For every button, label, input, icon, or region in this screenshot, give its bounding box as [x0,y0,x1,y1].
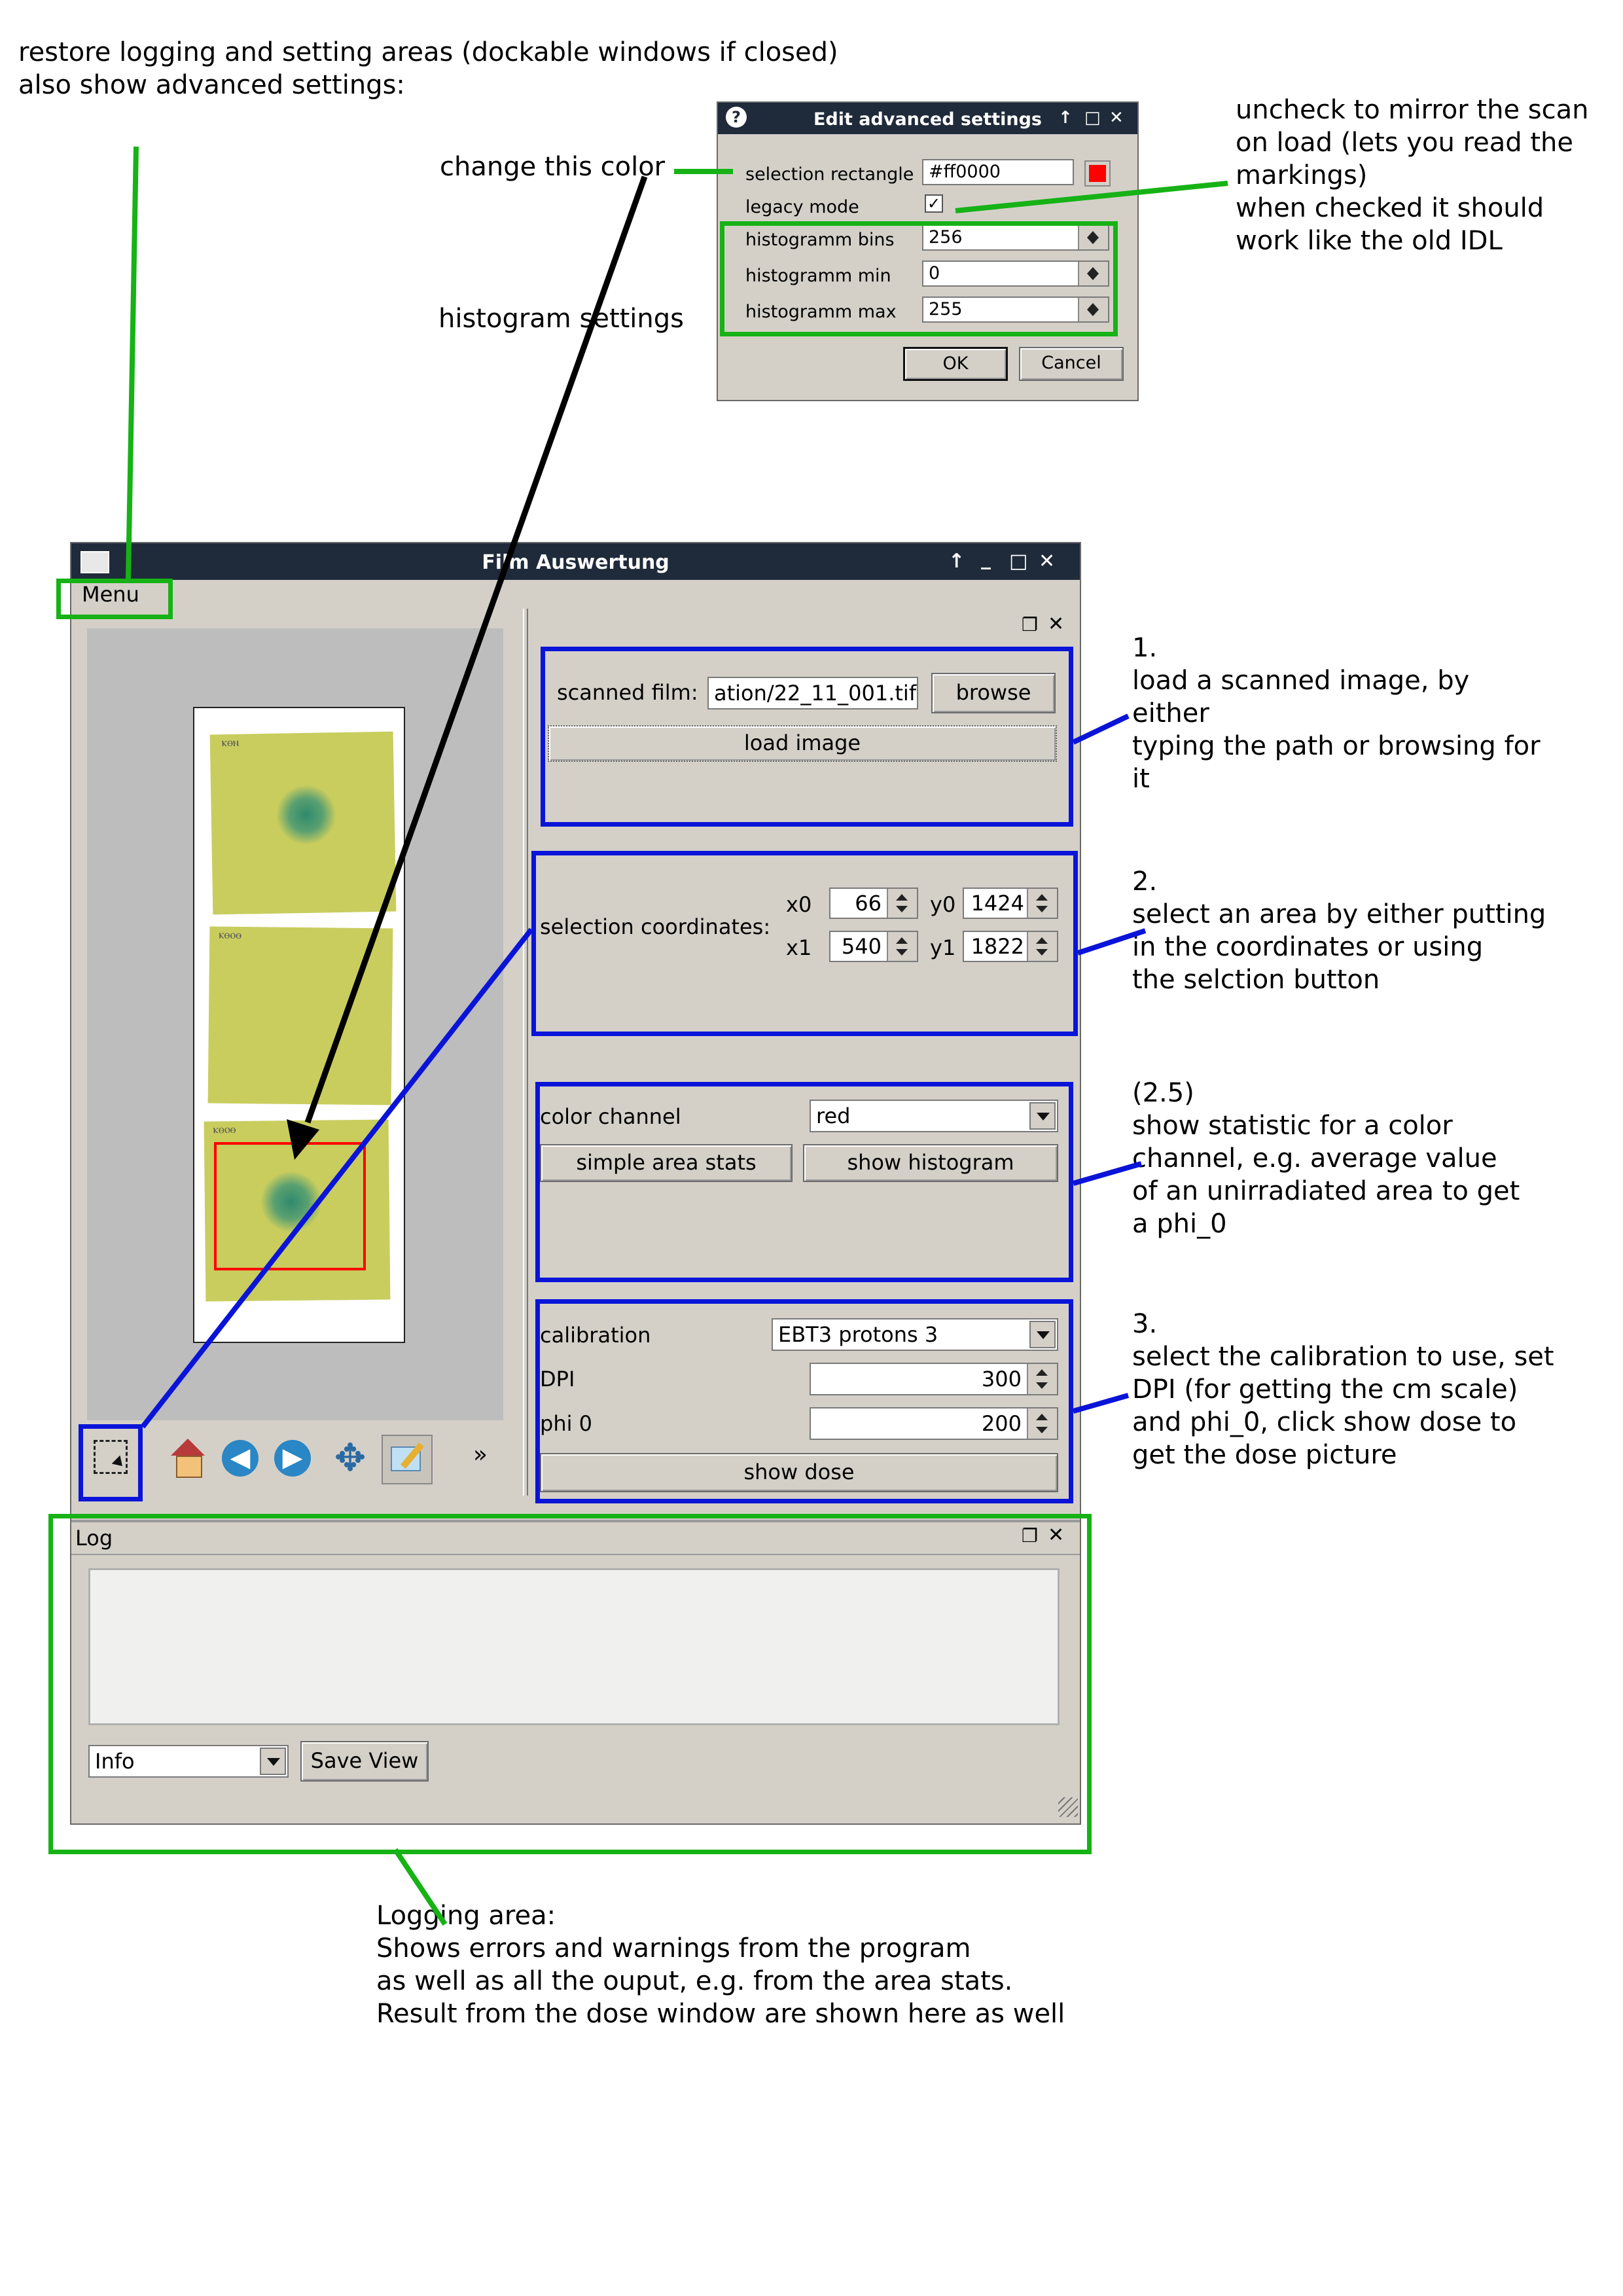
step2-pointer-line [1077,928,1147,956]
logging-pointer-line [393,1848,448,1926]
selection-tool-pointer-line [140,927,534,1429]
annotation-lines [126,146,1228,1926]
step3-pointer-line [1072,1393,1130,1414]
legacy-pointer-line [955,181,1228,213]
menu-pointer-line [126,146,139,579]
step1-pointer-line [1072,713,1130,745]
step25-pointer-line [1072,1161,1143,1186]
